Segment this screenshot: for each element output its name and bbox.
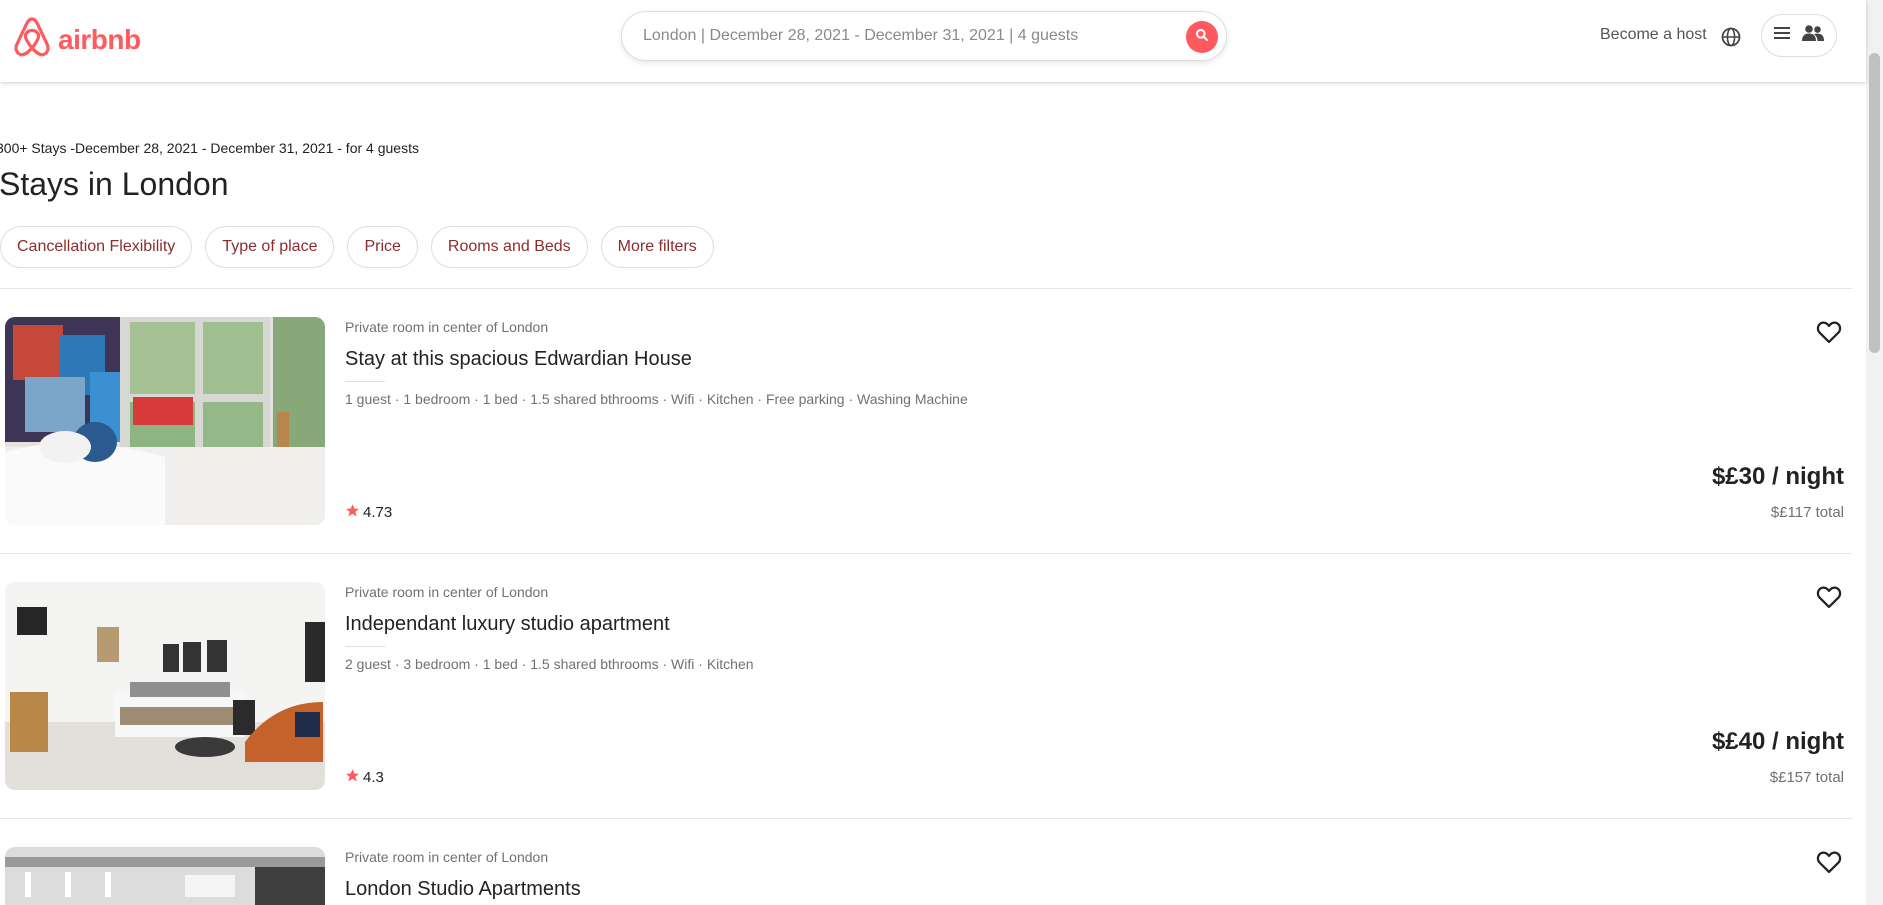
listing-rating: 4.3 xyxy=(345,768,384,787)
filter-type-of-place[interactable]: Type of place xyxy=(205,226,335,268)
listing-total: $£117 total xyxy=(1770,504,1844,521)
page-title: Stays in London xyxy=(0,166,229,202)
listing-subtitle: Private room in center of London xyxy=(345,319,549,335)
listing-photo[interactable] xyxy=(5,847,325,905)
heart-icon[interactable] xyxy=(1815,848,1843,876)
filter-cancellation-flexibility[interactable]: Cancellation Flexibility xyxy=(0,226,193,268)
listing-divider xyxy=(345,646,385,647)
listing-card[interactable]: Private room in center of London London … xyxy=(0,847,1852,905)
menu-icon xyxy=(1773,25,1791,46)
filter-rooms-and-beds[interactable]: Rooms and Beds xyxy=(430,226,588,268)
results-summary: 300+ Stays -December 28, 2021 - December… xyxy=(0,140,419,156)
listing-rating: 4.73 xyxy=(345,503,392,522)
star-icon xyxy=(345,503,360,522)
divider xyxy=(0,288,1852,289)
page-scrollbar[interactable] xyxy=(1866,0,1883,905)
search-button[interactable] xyxy=(1186,21,1218,53)
divider xyxy=(0,818,1852,819)
search-icon xyxy=(1195,28,1209,47)
listing-total: $£157 total xyxy=(1769,769,1844,786)
users-icon xyxy=(1801,24,1825,47)
listing-title[interactable]: Stay at this spacious Edwardian House xyxy=(345,348,692,371)
star-icon xyxy=(345,768,360,787)
rating-value: 4.73 xyxy=(363,504,393,521)
filter-price[interactable]: Price xyxy=(347,226,418,268)
search-summary[interactable]: London | December 28, 2021 - December 31… xyxy=(643,27,1078,45)
filter-more-filters[interactable]: More filters xyxy=(600,226,714,268)
heart-icon[interactable] xyxy=(1815,318,1843,346)
listing-subtitle: Private room in center of London xyxy=(345,849,549,865)
listing-card[interactable]: Private room in center of London Indepen… xyxy=(0,582,1852,847)
listing-price: $£40 / night xyxy=(1711,728,1844,755)
rating-value: 4.3 xyxy=(363,769,384,786)
listing-subtitle: Private room in center of London xyxy=(345,584,549,600)
become-host-link[interactable]: Become a host xyxy=(1600,26,1707,44)
listing-title[interactable]: Independant luxury studio apartment xyxy=(345,613,670,636)
listing-amenities: 2 guest · 3 bedroom · 1 bed · 1.5 shared… xyxy=(345,656,754,672)
globe-icon[interactable] xyxy=(1720,26,1742,48)
listing-photo[interactable] xyxy=(5,582,325,790)
heart-icon[interactable] xyxy=(1815,583,1843,611)
brand-logo[interactable]: airbnb xyxy=(12,16,141,63)
listing-price: $£30 / night xyxy=(1711,463,1844,490)
search-bar[interactable]: London | December 28, 2021 - December 31… xyxy=(621,11,1227,61)
profile-menu-button[interactable] xyxy=(1761,14,1837,57)
brand-name: airbnb xyxy=(58,23,141,55)
top-navbar: airbnb London | December 28, 2021 - Dece… xyxy=(0,0,1866,82)
listing-divider xyxy=(345,381,385,382)
listing-amenities: 1 guest · 1 bedroom · 1 bed · 1.5 shared… xyxy=(345,391,968,407)
filter-bar: Cancellation Flexibility Type of place P… xyxy=(0,226,714,268)
scrollbar-thumb[interactable] xyxy=(1869,53,1880,353)
listing-card[interactable]: Private room in center of London Stay at… xyxy=(0,317,1852,582)
listing-photo[interactable] xyxy=(5,317,325,525)
listing-title[interactable]: London Studio Apartments xyxy=(345,878,581,901)
airbnb-logo-icon xyxy=(12,16,52,63)
divider xyxy=(0,553,1852,554)
